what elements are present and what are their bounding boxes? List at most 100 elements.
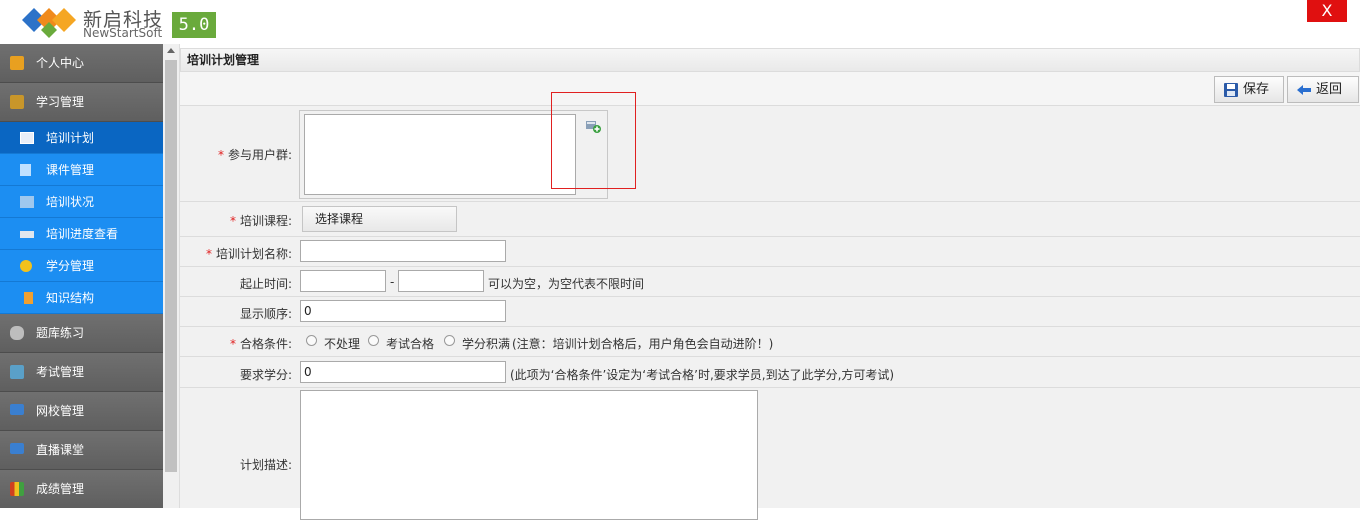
save-label: 保存 [1243, 82, 1270, 97]
form-row-course: * 培训课程: 选择课程 [180, 202, 1360, 237]
order-input[interactable]: 0 [300, 300, 506, 322]
sidebar-item-courseware[interactable]: 课件管理 [0, 154, 163, 186]
credit-icon [20, 260, 32, 272]
version-badge: 5.0 [172, 12, 216, 38]
sidebar-group-study[interactable]: 学习管理 [0, 83, 163, 122]
credit-cell: 0 (此项为‘合格条件’设定为‘考试合格’时,要求学员,到达了此学分,方可考试) [292, 357, 1360, 387]
sidebar-group-label: 成绩管理 [36, 482, 85, 496]
credit-label: 要求学分: [239, 368, 292, 382]
floppy-disk-icon [1224, 83, 1238, 97]
save-button[interactable]: 保存 [1214, 76, 1284, 103]
sidebar-item-credits[interactable]: 学分管理 [0, 250, 163, 282]
plan-name-label: * 培训计划名称: [180, 245, 292, 262]
user-group-box [299, 110, 608, 199]
question-bank-icon [10, 326, 24, 340]
sidebar-group-label: 个人中心 [36, 56, 85, 70]
plan-name-cell [292, 237, 1360, 266]
panel-title: 培训计划管理 [180, 48, 1360, 72]
person-center-icon [10, 56, 24, 70]
document-icon [20, 164, 31, 176]
sidebar-item-label: 知识结构 [46, 291, 95, 305]
plan-name-input[interactable] [300, 240, 506, 262]
plan-card-icon [20, 132, 34, 144]
pass-hint: (注意：培训计划合格后，用户角色会自动进阶！) [512, 337, 774, 351]
add-user-group-icon[interactable] [585, 119, 601, 133]
sidebar-group-label: 网校管理 [36, 404, 85, 418]
knowledge-icon [24, 292, 33, 304]
course-label-text: 培训课程: [239, 214, 292, 228]
sidebar-item-training-status[interactable]: 培训状况 [0, 186, 163, 218]
end-time-input[interactable] [398, 270, 484, 292]
form-row-time: 起止时间: - 可以为空，为空代表不限时间 [180, 267, 1360, 297]
pass-option-none-label: 不处理 [324, 337, 361, 351]
sidebar-group-personal[interactable]: 个人中心 [0, 44, 163, 83]
sidebar-item-training-plan[interactable]: 培训计划 [0, 122, 163, 154]
desc-label: 计划描述: [239, 458, 292, 472]
start-time-input[interactable] [300, 270, 386, 292]
description-textarea[interactable] [300, 390, 758, 520]
brand-name-en: NewStartSoft [83, 26, 163, 40]
sidebar-item-label: 学分管理 [46, 259, 95, 273]
pass-option-none-radio[interactable] [306, 335, 317, 346]
credit-input[interactable]: 0 [300, 361, 506, 383]
order-label: 显示顺序: [239, 307, 292, 321]
back-button[interactable]: 返回 [1287, 76, 1359, 103]
scroll-thumb[interactable] [165, 60, 177, 472]
sidebar-item-progress[interactable]: 培训进度查看 [0, 218, 163, 250]
time-cell: - 可以为空，为空代表不限时间 [292, 267, 1360, 296]
toolbar: 保存 返回 [180, 72, 1360, 106]
pass-option-credits-label: 学分积满 [462, 337, 511, 351]
required-asterisk: * [205, 247, 212, 261]
time-label: 起止时间: [239, 277, 292, 291]
close-button[interactable]: X [1307, 0, 1347, 22]
sidebar-group-label: 直播课堂 [36, 443, 85, 457]
sidebar-scrollbar[interactable] [163, 44, 180, 508]
select-course-button[interactable]: 选择课程 [302, 206, 457, 232]
sidebar-group-school[interactable]: 网校管理 [0, 392, 163, 431]
sidebar: 个人中心 学习管理 培训计划 课件管理 培训状况 培训进度查看 学分管理 知识结… [0, 44, 163, 508]
sidebar-group-label: 考试管理 [36, 365, 85, 379]
sidebar-group-question-bank[interactable]: 题库练习 [0, 314, 163, 353]
form-row-user-group: * 参与用户群: [180, 106, 1360, 202]
form-row-order: 显示顺序: 0 [180, 297, 1360, 327]
form-row-plan-name: * 培训计划名称: [180, 237, 1360, 267]
main-content: 培训计划管理 保存 返回 * 参与用户群: * 培训课程: 选择课程 * 培训计… [180, 44, 1360, 520]
score-chart-icon [10, 482, 24, 496]
scroll-up-arrow-icon[interactable] [167, 48, 175, 53]
exam-icon [10, 365, 24, 379]
course-cell: 选择课程 [292, 202, 1360, 236]
school-monitor-icon [10, 404, 24, 415]
user-group-list[interactable] [304, 114, 576, 195]
form-row-credits: 要求学分: 0 (此项为‘合格条件’设定为‘考试合格’时,要求学员,到达了此学分… [180, 357, 1360, 388]
user-group-label: * 参与用户群: [180, 146, 292, 163]
sidebar-group-live[interactable]: 直播课堂 [0, 431, 163, 470]
sidebar-group-scores[interactable]: 成绩管理 [0, 470, 163, 508]
sidebar-group-label: 题库练习 [36, 326, 85, 340]
order-cell: 0 [292, 297, 1360, 326]
back-label: 返回 [1316, 82, 1343, 97]
sidebar-item-label: 培训进度查看 [46, 227, 119, 241]
sidebar-item-knowledge[interactable]: 知识结构 [0, 282, 163, 314]
pass-option-credits-radio[interactable] [444, 335, 455, 346]
course-label: * 培训课程: [180, 212, 292, 229]
pass-cell: 不处理 考试合格 学分积满 (注意：培训计划合格后，用户角色会自动进阶！) [292, 327, 1360, 356]
pass-options: 不处理 考试合格 学分积满 (注意：培训计划合格后，用户角色会自动进阶！) [306, 330, 906, 352]
credit-hint: (此项为‘合格条件’设定为‘考试合格’时,要求学员,到达了此学分,方可考试) [510, 368, 895, 382]
sidebar-group-label: 学习管理 [36, 95, 85, 109]
sidebar-item-label: 培训计划 [46, 131, 95, 145]
pass-option-exam-radio[interactable] [368, 335, 379, 346]
back-arrow-icon [1297, 85, 1311, 95]
pass-option-exam-label: 考试合格 [386, 337, 435, 351]
form-row-description: 计划描述: [180, 388, 1360, 520]
form-row-pass: * 合格条件: 不处理 考试合格 学分积满 (注意：培训计划合格后，用户角色会自动… [180, 327, 1360, 357]
required-asterisk: * [229, 337, 236, 351]
user-group-label-text: 参与用户群: [227, 148, 292, 162]
logo-icon [22, 8, 76, 38]
time-separator: - [390, 275, 395, 289]
sidebar-item-label: 课件管理 [46, 163, 95, 177]
sidebar-group-exam[interactable]: 考试管理 [0, 353, 163, 392]
required-asterisk: * [217, 148, 224, 162]
pass-label-text: 合格条件: [239, 337, 292, 351]
user-group-cell [292, 106, 1360, 201]
study-icon [10, 95, 24, 109]
